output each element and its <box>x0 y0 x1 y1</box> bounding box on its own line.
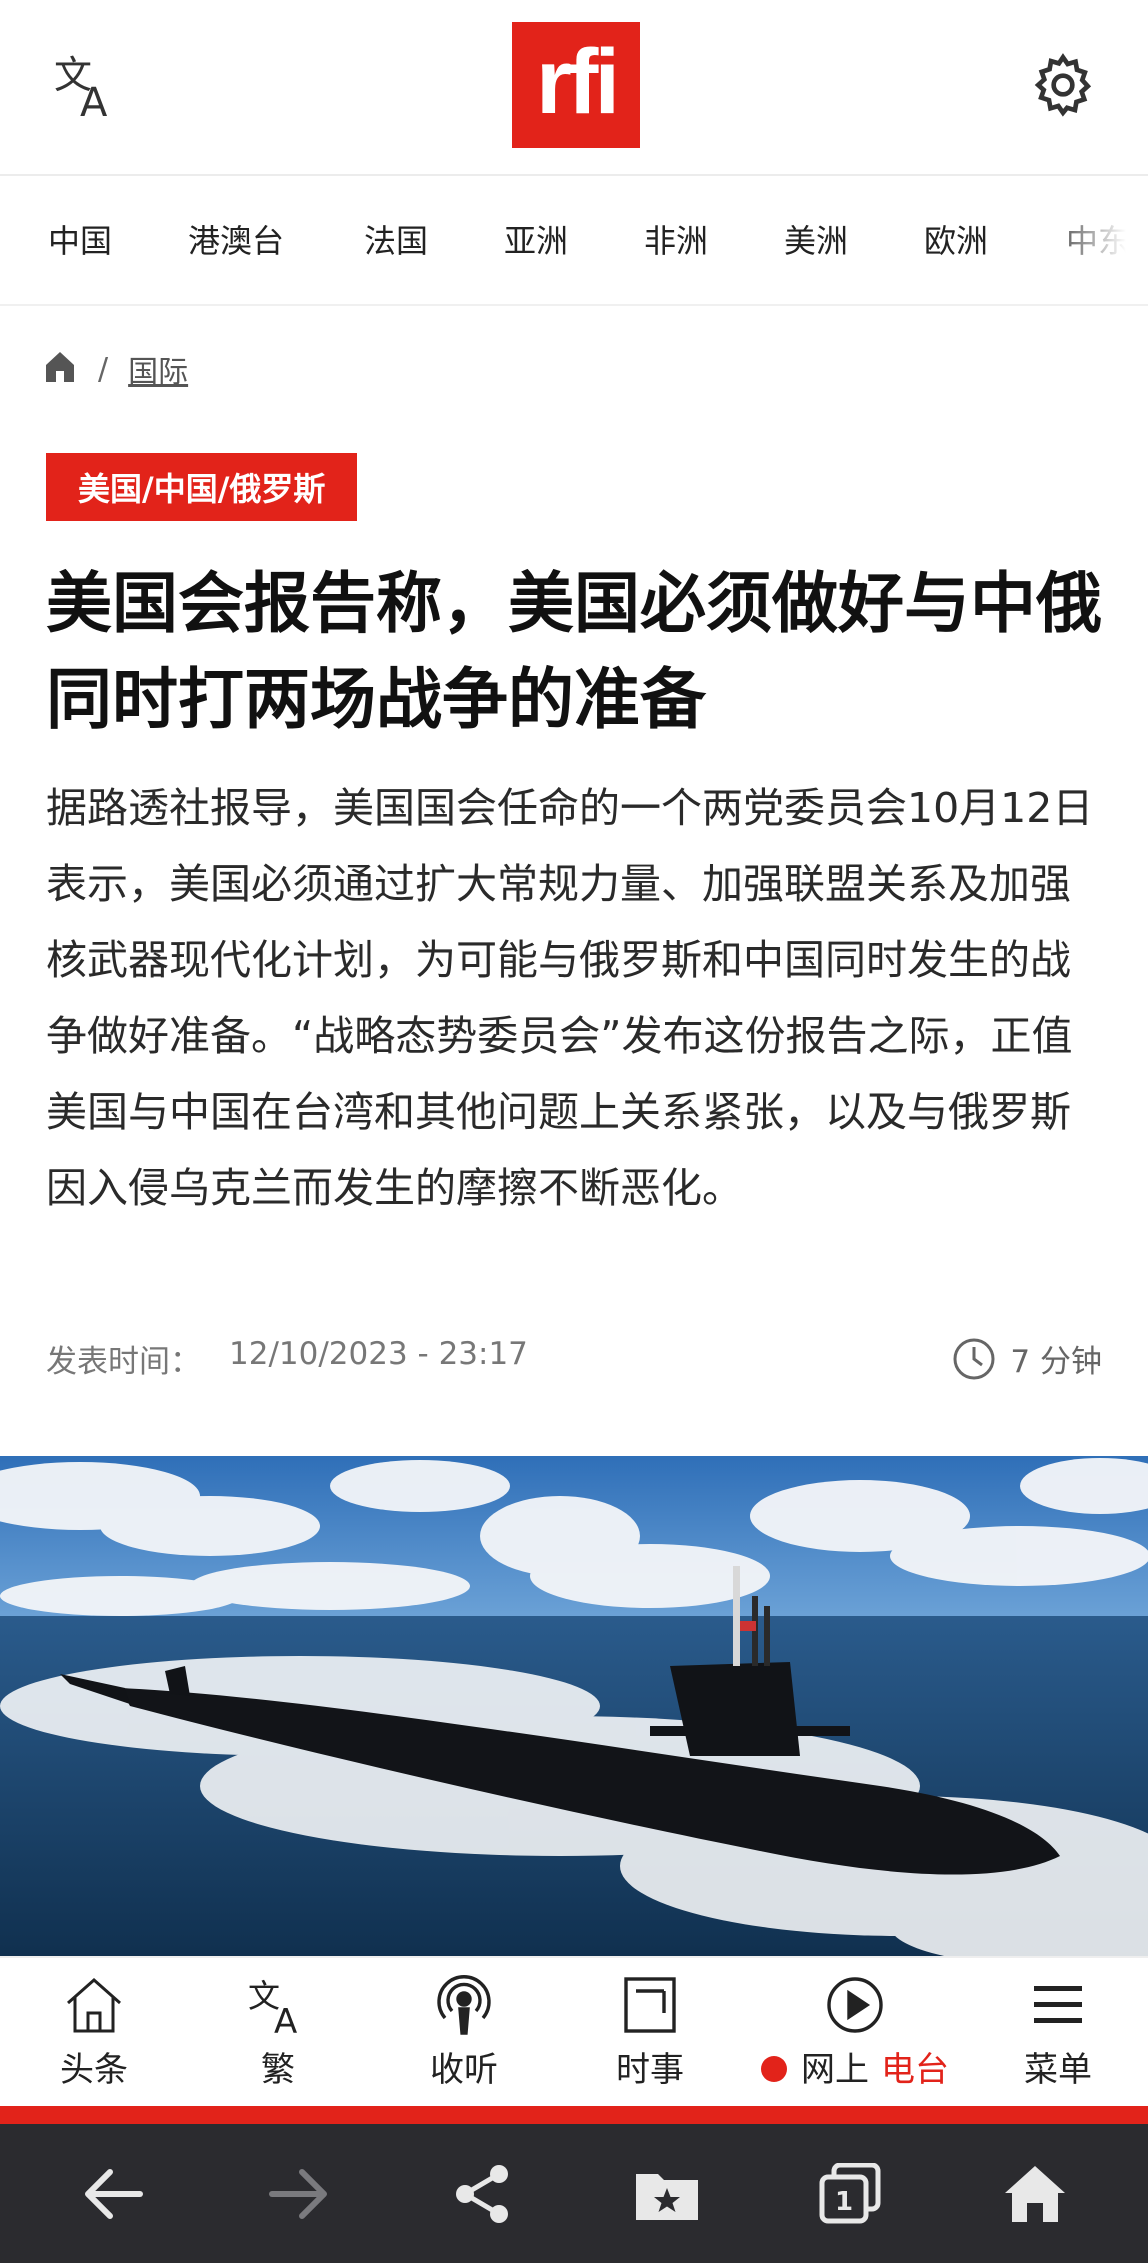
category-nav: 中国 港澳台 法国 亚洲 非洲 美洲 欧洲 中东 <box>0 178 1148 306</box>
nav-item-europe[interactable]: 欧洲 <box>924 216 988 262</box>
tab-headlines-label: 头条 <box>60 2050 128 2090</box>
nav-item-americas[interactable]: 美洲 <box>784 216 848 262</box>
clock-icon <box>953 1338 995 1379</box>
nav-item-france[interactable]: 法国 <box>364 216 428 262</box>
tab-live-radio[interactable]: 网上 电台 <box>740 1972 970 2092</box>
tab-live-radio-label: 网上 电台 <box>761 2042 949 2091</box>
tab-count: 1 <box>835 2187 853 2217</box>
svg-text:A: A <box>80 80 108 122</box>
arrow-left-icon[interactable] <box>74 2154 154 2234</box>
app-header: 文 A rfi <box>0 0 1148 176</box>
rfi-logo[interactable]: rfi <box>512 22 640 148</box>
tab-current-affairs[interactable]: 时事 <box>570 1972 730 2092</box>
read-time: 7 分钟 <box>952 1336 1102 1381</box>
tab-menu-label: 菜单 <box>1024 2050 1092 2090</box>
tab-live-radio-word: 电台 <box>881 2050 949 2090</box>
breadcrumb-separator: / <box>98 351 109 387</box>
home-icon[interactable] <box>44 350 76 388</box>
tab-menu[interactable]: 菜单 <box>978 1972 1138 2092</box>
tab-traditional[interactable]: 文A 繁 <box>198 1972 358 2092</box>
tab-listen[interactable]: 收听 <box>384 1972 544 2092</box>
nav-item-hk-macau-tw[interactable]: 港澳台 <box>188 216 284 262</box>
podcast-icon <box>429 1972 499 2038</box>
publish-date: 发表时间： 12/10/2023 - 23:17 <box>46 1336 528 1381</box>
breadcrumb: / 国际 <box>44 344 188 394</box>
newspaper-icon <box>615 1972 685 2038</box>
hamburger-icon <box>1023 1972 1093 2038</box>
tab-live-online: 网上 <box>801 2050 869 2090</box>
translate-icon: 文A <box>243 1972 313 2038</box>
tab-current-affairs-label: 时事 <box>616 2050 684 2090</box>
nav-item-middle-east[interactable]: 中东 <box>1066 216 1130 262</box>
article-tag[interactable]: 美国/中国/俄罗斯 <box>46 453 358 521</box>
arrow-right-icon[interactable] <box>258 2154 338 2234</box>
nav-item-china[interactable]: 中国 <box>48 216 112 262</box>
translate-icon[interactable]: 文 A <box>50 52 120 126</box>
publish-date-value: 12/10/2023 - 23:17 <box>229 1336 528 1372</box>
browser-home-icon[interactable] <box>995 2154 1075 2234</box>
bookmark-folder-icon[interactable] <box>627 2154 707 2234</box>
play-icon <box>820 1972 890 2038</box>
logo-text: rfi <box>536 31 620 133</box>
nav-item-africa[interactable]: 非洲 <box>644 216 708 262</box>
article-hero-image <box>0 1456 1148 1956</box>
app-tab-bar: 头条 文A 繁 收听 时事 网上 电台 菜单 <box>0 1956 1148 2106</box>
article-summary: 据路透社报导，美国国会任命的一个两党委员会10月12日表示，美国必须通过扩大常规… <box>46 784 1094 1212</box>
article-title: 美国会报告称，美国必须做好与中俄同时打两场战争的准备 <box>46 565 1102 738</box>
home-icon <box>59 1972 129 2038</box>
svg-text:A: A <box>274 2002 297 2035</box>
browser-nav-bar: 1 <box>0 2124 1148 2263</box>
tabs-icon[interactable]: 1 <box>810 2154 890 2234</box>
nav-item-asia[interactable]: 亚洲 <box>504 216 568 262</box>
publish-date-label: 发表时间： <box>46 1344 201 1380</box>
gear-icon[interactable] <box>1028 50 1098 120</box>
read-time-value: 7 分钟 <box>1010 1344 1102 1380</box>
breadcrumb-link-international[interactable]: 国际 <box>128 347 188 391</box>
brand-accent-strip <box>0 2106 1148 2124</box>
tab-traditional-label: 繁 <box>261 2050 295 2090</box>
live-indicator <box>761 2055 787 2082</box>
tab-listen-label: 收听 <box>430 2050 498 2090</box>
share-icon[interactable] <box>443 2154 523 2234</box>
tab-headlines[interactable]: 头条 <box>14 1972 174 2092</box>
